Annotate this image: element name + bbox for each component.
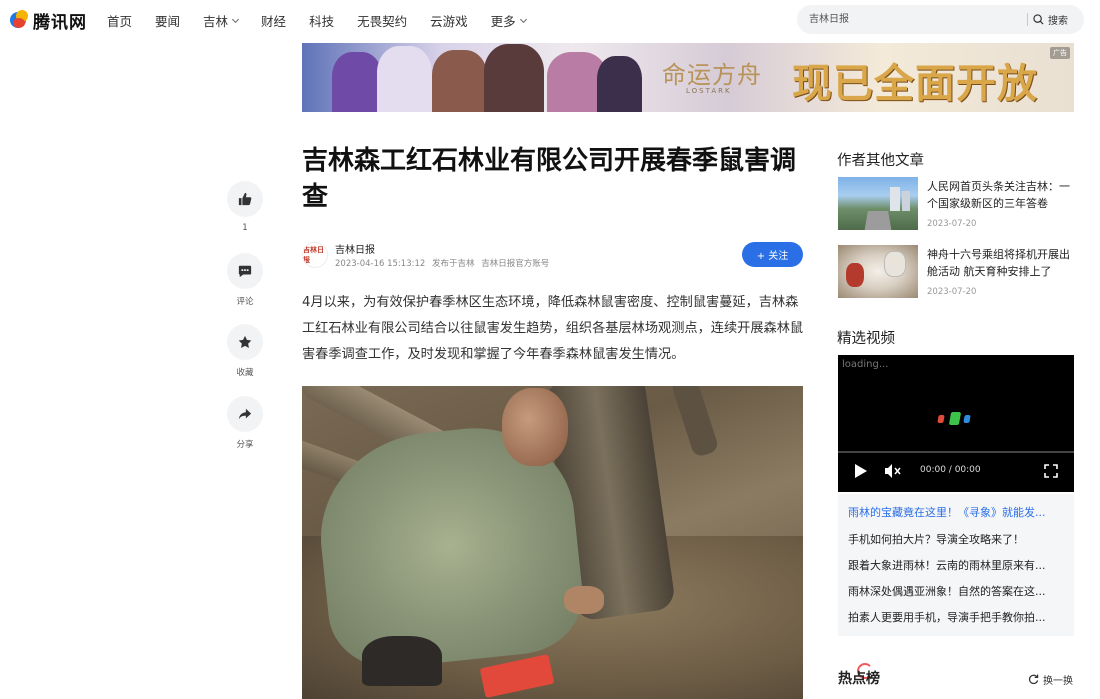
ad-character [484, 44, 544, 112]
refresh-icon [1028, 674, 1039, 685]
ad-banner[interactable]: 命运方舟 LOSTARK 现已全面开放 广告 [302, 43, 1074, 112]
video-list-item[interactable]: 拍素人更要用手机，导演手把手教你拍... [848, 609, 1064, 625]
share-button[interactable] [227, 396, 263, 432]
related-article-date: 2023-07-20 [927, 287, 977, 297]
official-account: 吉林日报官方账号 [481, 259, 550, 269]
ad-slogan: 现已全面开放 [792, 61, 1038, 107]
related-article-title: 人民网首页头条关注吉林：一个国家级新区的三年答卷 [927, 180, 1070, 210]
nav-item-more[interactable]: 更多 [491, 11, 527, 30]
search-input[interactable] [809, 10, 1019, 29]
related-article-item[interactable]: 人民网首页头条关注吉林：一个国家级新区的三年答卷 2023-07-20 [838, 177, 1074, 230]
fullscreen-icon [1044, 464, 1058, 478]
chevron-down-icon [232, 15, 240, 23]
speaker-muted-icon [885, 464, 901, 478]
comment-button[interactable] [227, 253, 263, 289]
featured-video-heading: 精选视频 [837, 331, 895, 347]
video-list-item[interactable]: 手机如何拍大片？导演全攻略来了！ [848, 531, 1064, 547]
loading-spinner [937, 415, 945, 423]
logo-text: 腾讯网 [33, 12, 87, 33]
article-meta: 吉林日报 吉林日报 2023-04-16 15:13:12 发布于吉林 吉林日报… [302, 240, 807, 272]
related-article-date: 2023-07-20 [927, 219, 977, 229]
chevron-down-icon [519, 15, 527, 23]
loading-spinner [948, 412, 962, 425]
thumbs-up-icon [238, 192, 252, 206]
favorite-action: 收藏 [226, 324, 264, 378]
favorite-button[interactable] [227, 324, 263, 360]
source-info: 2023-04-16 15:13:12 发布于吉林 吉林日报官方账号 [335, 257, 553, 269]
search-divider [1027, 13, 1028, 26]
source-name[interactable]: 吉林日报 [335, 241, 375, 256]
nav-item-cloud-gaming[interactable]: 云游戏 [430, 11, 468, 30]
comment-action: 评论 [226, 253, 264, 307]
ad-tag: 广告 [1050, 47, 1070, 59]
ad-character [332, 52, 382, 112]
article-lead-paragraph: 4月以来，为有效保护春季林区生态环境，降低森林鼠害密度、控制鼠害蔓延，吉林森工红… [302, 295, 804, 362]
video-time: 00:00 / 00:00 [920, 465, 981, 475]
video-progress-bar[interactable] [838, 451, 1074, 453]
related-article-item[interactable]: 神舟十六号乘组将择机开展出舱活动 航天育种安排上了 2023-07-20 [838, 245, 1074, 298]
nav-item-valorant[interactable]: 无畏契约 [357, 11, 407, 30]
article-photo [302, 386, 803, 699]
top-navigation-bar: 腾讯网 首页 要闻 吉林 财经 科技 无畏契约 云游戏 更多 搜索 [0, 0, 1100, 40]
refresh-button[interactable]: 换一换 [1028, 672, 1073, 687]
tencent-logo[interactable]: 腾讯网 [10, 9, 87, 33]
star-icon [238, 335, 252, 348]
comment-icon [238, 265, 252, 278]
video-player[interactable]: loading... 00:00 / 00:00 [838, 355, 1074, 492]
mute-button[interactable] [884, 463, 902, 483]
follow-button[interactable]: + 关注 [742, 242, 803, 267]
ad-character [597, 56, 642, 112]
like-action: 1 [226, 181, 264, 233]
comment-label: 评论 [236, 297, 254, 307]
share-label: 分享 [236, 440, 254, 450]
article-title: 吉林森工红石林业有限公司开展春季鼠害调查 [302, 146, 797, 212]
source-avatar[interactable]: 吉林日报 [302, 242, 328, 268]
tencent-logo-icon [10, 10, 30, 30]
like-count: 1 [242, 223, 248, 233]
publish-location: 发布于吉林 [431, 259, 475, 269]
related-article-title: 神舟十六号乘组将择机开展出舱活动 航天育种安排上了 [927, 248, 1070, 278]
video-list-item[interactable]: 跟着大象进雨林！云南的雨林里原来有... [848, 557, 1064, 573]
hot-list-heading: 热点榜 [838, 671, 880, 687]
play-button[interactable] [854, 463, 868, 483]
share-action: 分享 [226, 396, 264, 450]
video-control-bar: 00:00 / 00:00 [838, 451, 1074, 492]
search-icon [1033, 14, 1044, 25]
video-list-item[interactable]: 雨林深处偶遇亚洲象！自然的答案在这... [848, 583, 1064, 599]
loading-spinner [963, 415, 971, 423]
related-article-thumbnail [838, 245, 918, 298]
video-list-item[interactable]: 雨林的宝藏竟在这里！《寻象》就能发... [848, 504, 1064, 520]
ad-game-logo-sub: LOSTARK [686, 87, 732, 95]
ad-game-logo: 命运方舟 [662, 61, 762, 89]
related-articles-heading: 作者其他文章 [837, 153, 924, 169]
nav-item-news[interactable]: 要闻 [155, 11, 180, 30]
like-button[interactable] [227, 181, 263, 217]
search-button[interactable]: 搜索 [1033, 12, 1068, 27]
publish-datetime: 2023-04-16 15:13:12 [335, 259, 426, 269]
nav-item-jilin[interactable]: 吉林 [203, 11, 240, 30]
nav-item-home[interactable]: 首页 [107, 11, 132, 30]
ad-character [432, 50, 487, 112]
nav-item-finance[interactable]: 财经 [261, 11, 286, 30]
related-article-thumbnail [838, 177, 918, 230]
video-playlist: 雨林的宝藏竟在这里！《寻象》就能发... 手机如何拍大片？导演全攻略来了！ 跟着… [838, 494, 1074, 636]
play-icon [855, 464, 867, 478]
fullscreen-button[interactable] [1044, 463, 1058, 482]
nav-item-tech[interactable]: 科技 [309, 11, 334, 30]
favorite-label: 收藏 [236, 368, 254, 378]
video-loading-text: loading... [842, 359, 889, 370]
search-box: 搜索 [797, 5, 1084, 34]
channel-nav: 首页 要闻 吉林 财经 科技 无畏契约 云游戏 更多 [107, 11, 549, 30]
share-arrow-icon [238, 408, 252, 420]
ad-character [377, 46, 432, 112]
